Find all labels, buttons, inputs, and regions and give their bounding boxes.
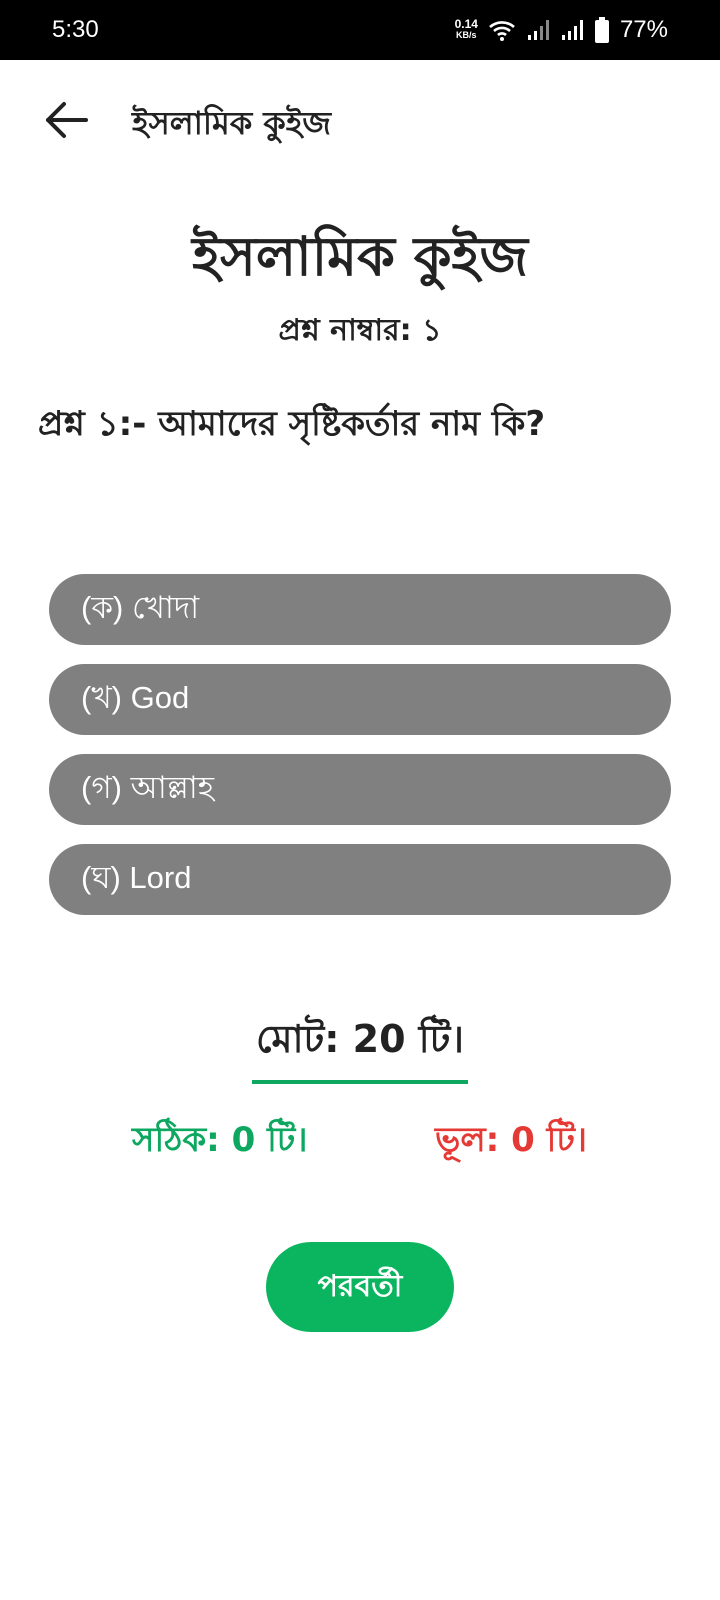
option-kha-button[interactable]: (খ) God [49, 664, 671, 735]
signal-icon [527, 20, 549, 40]
arrow-left-icon [46, 102, 88, 138]
next-button[interactable]: পরবর্তী [266, 1242, 454, 1332]
app-bar: ইসলামিক কুইজ [0, 60, 720, 180]
option-gha-button[interactable]: (ঘ) Lord [49, 844, 671, 915]
network-speed-unit: KB/s [456, 30, 477, 40]
app-bar-title: ইসলামিক কুইজ [132, 104, 332, 142]
correct-count: সঠিক: 0 টি। [132, 1120, 308, 1160]
question-text: প্রশ্ন ১:- আমাদের সৃষ্টিকর্তার নাম কি? [38, 404, 546, 444]
network-speed-value: 0.14 [454, 17, 478, 31]
answer-options: (ক) খোদা (খ) God (গ) আল্লাহ (ঘ) Lord [49, 574, 671, 934]
status-icons: 0.14 KB/s 77% [455, 14, 668, 46]
back-button[interactable] [36, 90, 96, 150]
option-ga-button[interactable]: (গ) আল্লাহ [49, 754, 671, 825]
wifi-icon [489, 21, 515, 41]
quiz-heading: ইসলামিক কুইজ [192, 225, 528, 288]
battery-icon [594, 17, 609, 43]
status-bar: 5:30 0.14 KB/s 77% [0, 0, 720, 60]
wrong-count: ভূল: 0 টি। [435, 1120, 588, 1160]
signal-icon [561, 20, 583, 40]
total-count: মোট: 20 টি। [252, 1010, 468, 1084]
network-speed: 0.14 KB/s [454, 17, 478, 41]
status-time: 5:30 [52, 16, 99, 43]
total-score-wrap: মোট: 20 টি। [0, 1010, 720, 1084]
question-number: প্রশ্ন নাম্বার: ১ [278, 313, 442, 348]
option-ka-button[interactable]: (ক) খোদা [49, 574, 671, 645]
battery-percent: 77% [619, 16, 668, 43]
